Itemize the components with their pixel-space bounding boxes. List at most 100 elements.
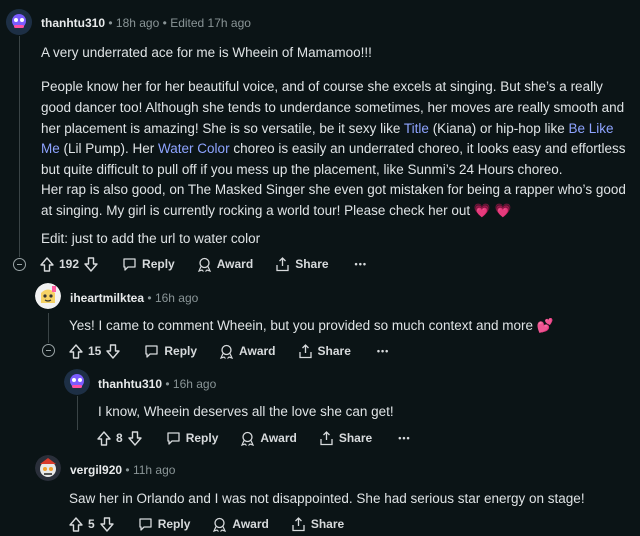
upvote-icon[interactable]: [69, 343, 83, 359]
collapse-toggle-icon[interactable]: [42, 344, 55, 357]
username[interactable]: thanhtu310: [41, 16, 105, 30]
username[interactable]: iheartmilktea: [70, 291, 144, 305]
award-icon: [219, 344, 234, 359]
inline-link[interactable]: Water Color: [158, 141, 230, 156]
comment-paragraph: Saw her in Orlando and I was not disappo…: [69, 489, 629, 510]
username[interactable]: vergil920: [70, 463, 122, 477]
edited-label: Edited 17h ago: [170, 16, 251, 30]
reply-label: Reply: [157, 517, 191, 531]
reply-button[interactable]: Reply: [166, 431, 219, 445]
separator-dot: •: [165, 377, 170, 391]
text-run: Yes! I came to comment Wheein, but you p…: [69, 318, 554, 333]
award-button[interactable]: Award: [212, 517, 269, 532]
downvote-icon[interactable]: [99, 516, 114, 532]
reply-label: Reply: [185, 431, 219, 445]
comment-meta: vergil920 • 11h ago: [70, 463, 175, 477]
award-button[interactable]: Award: [197, 257, 253, 272]
upvote-icon[interactable]: [69, 516, 83, 532]
comment-meta: thanhtu310 • 16h ago: [98, 377, 216, 391]
award-label: Award: [232, 517, 269, 531]
timestamp: 18h ago: [115, 16, 160, 30]
reply-icon: [138, 517, 153, 531]
text-run: I know, Wheein deserves all the love she…: [98, 404, 394, 419]
comment-paragraph: I know, Wheein deserves all the love she…: [98, 402, 628, 423]
timestamp: 16h ago: [172, 377, 217, 391]
reply-icon: [122, 257, 137, 271]
timestamp: 11h ago: [132, 463, 176, 477]
comment-meta: iheartmilktea • 16h ago: [70, 291, 198, 305]
separator-dot: •: [108, 16, 113, 30]
reply-icon: [166, 431, 181, 445]
reply-label: Reply: [142, 257, 175, 271]
share-button[interactable]: Share: [291, 516, 344, 532]
thread-line-reply: [77, 396, 78, 430]
upvote-icon[interactable]: [40, 256, 54, 272]
text-run: (Lil Pump). Her: [59, 141, 159, 157]
award-label: Award: [239, 344, 276, 358]
thread-line-iheartmilktea: [48, 313, 49, 343]
award-label: Award: [260, 431, 297, 445]
comment-paragraph: Edit: just to add the url to water color: [41, 229, 627, 250]
award-label: Award: [216, 257, 254, 271]
downvote-icon[interactable]: [106, 343, 121, 359]
vote-count: 8: [116, 431, 123, 445]
collapse-toggle-icon[interactable]: [13, 258, 26, 271]
share-button[interactable]: Share: [319, 430, 373, 446]
award-button[interactable]: Award: [219, 344, 276, 359]
thread-line-root: [19, 36, 20, 257]
comment-meta: thanhtu310 • 18h ago • Edited 17h ago: [41, 16, 251, 30]
share-label: Share: [295, 257, 329, 271]
comment-actions: 15 Reply Award Share •••: [69, 339, 389, 363]
share-label: Share: [338, 431, 373, 445]
separator-dot: •: [125, 463, 130, 477]
award-icon: [197, 257, 212, 272]
vote-count: 192: [59, 257, 80, 271]
text-run: Her rap is also good, on The Masked Sing…: [41, 182, 626, 218]
avatar[interactable]: [35, 283, 61, 309]
upvote-icon[interactable]: [97, 430, 111, 446]
comment-actions: 5 Reply Award Share: [69, 512, 344, 536]
share-button[interactable]: Share: [298, 343, 351, 359]
vote-count: 5: [88, 517, 95, 531]
more-options-button[interactable]: •••: [377, 346, 389, 356]
avatar[interactable]: [6, 9, 32, 35]
award-button[interactable]: Award: [240, 431, 297, 446]
separator-dot: •: [162, 16, 167, 30]
separator-dot: •: [147, 291, 152, 305]
vote-group: 192: [40, 256, 98, 272]
vote-group: 15: [69, 343, 121, 359]
reply-button[interactable]: Reply: [138, 517, 191, 531]
vote-count: 15: [88, 344, 102, 358]
avatar[interactable]: [35, 455, 61, 481]
share-icon: [298, 343, 313, 359]
more-options-button[interactable]: •••: [355, 259, 367, 269]
text-run: A very underrated ace for me is Wheein o…: [41, 45, 372, 60]
reply-button[interactable]: Reply: [144, 344, 197, 358]
reply-label: Reply: [164, 344, 198, 358]
vote-group: 8: [97, 430, 142, 446]
share-icon: [291, 516, 306, 532]
downvote-icon[interactable]: [84, 256, 98, 272]
award-icon: [240, 431, 255, 446]
award-icon: [212, 517, 227, 532]
timestamp: 16h ago: [154, 291, 199, 305]
text-run: (Kiana) or hip-hop like: [428, 120, 569, 136]
comment-paragraph: People know her for her beautiful voice,…: [41, 77, 627, 181]
comment-actions: 8 Reply Award Share •••: [97, 426, 411, 450]
share-label: Share: [317, 344, 351, 358]
text-run: Edit: just to add the url to water color: [41, 231, 261, 246]
reply-icon: [144, 344, 159, 358]
reply-button[interactable]: Reply: [122, 257, 175, 271]
comment-paragraph: Yes! I came to comment Wheein, but you p…: [69, 316, 629, 337]
username[interactable]: thanhtu310: [98, 377, 162, 391]
share-button[interactable]: Share: [275, 256, 329, 272]
downvote-icon[interactable]: [127, 430, 142, 446]
more-options-button[interactable]: •••: [398, 433, 410, 443]
comment-actions: 192 Reply Award Share •••: [40, 252, 367, 276]
text-run: Saw her in Orlando and I was not disappo…: [69, 491, 585, 506]
inline-link[interactable]: Title: [404, 121, 429, 136]
comment-paragraph: A very underrated ace for me is Wheein o…: [41, 43, 627, 64]
comment-paragraph: Her rap is also good, on The Masked Sing…: [41, 180, 627, 222]
vote-group: 5: [69, 516, 114, 532]
avatar[interactable]: [64, 369, 90, 395]
